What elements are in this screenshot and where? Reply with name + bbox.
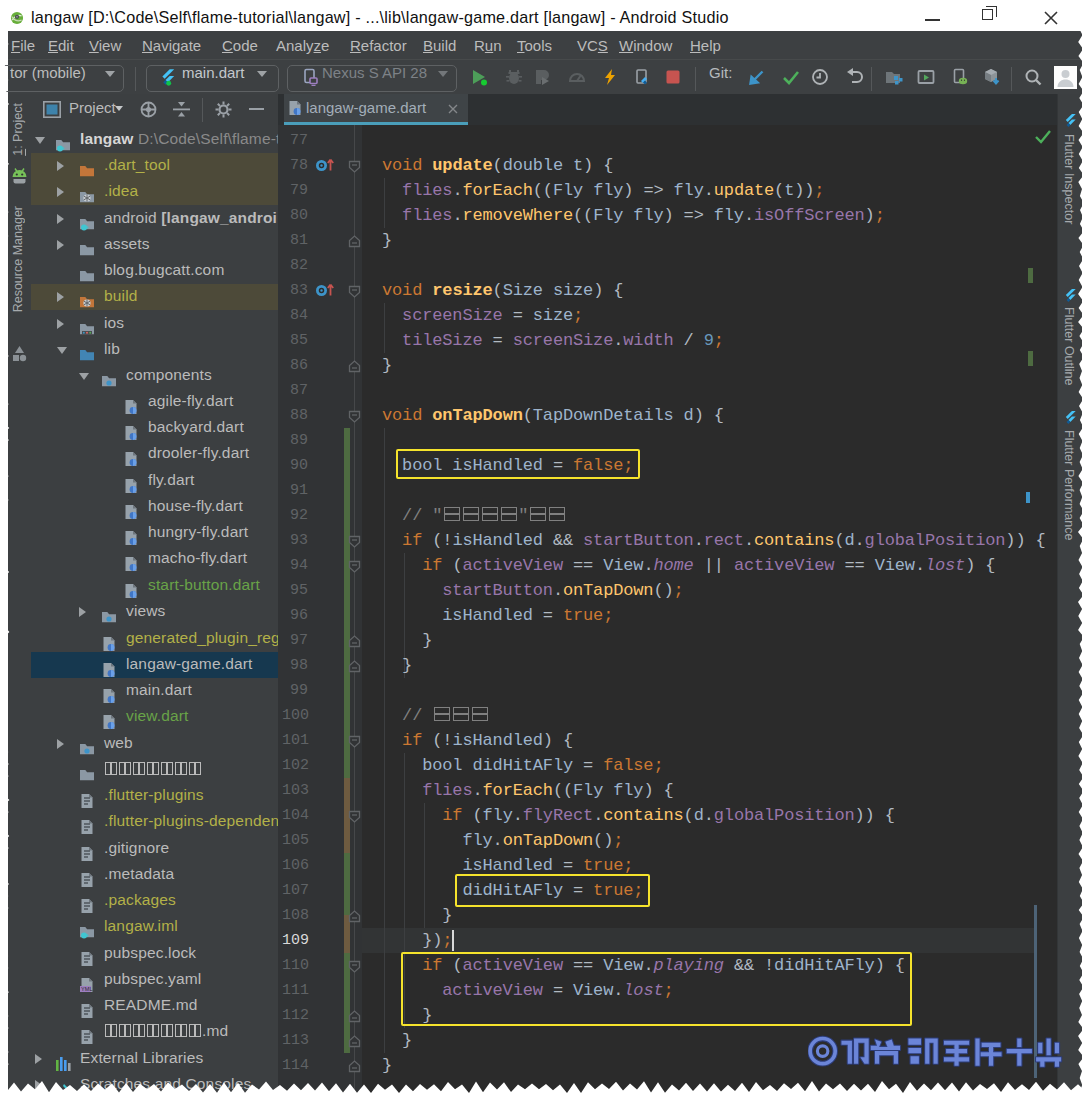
svg-text:YML: YML [81,986,93,992]
